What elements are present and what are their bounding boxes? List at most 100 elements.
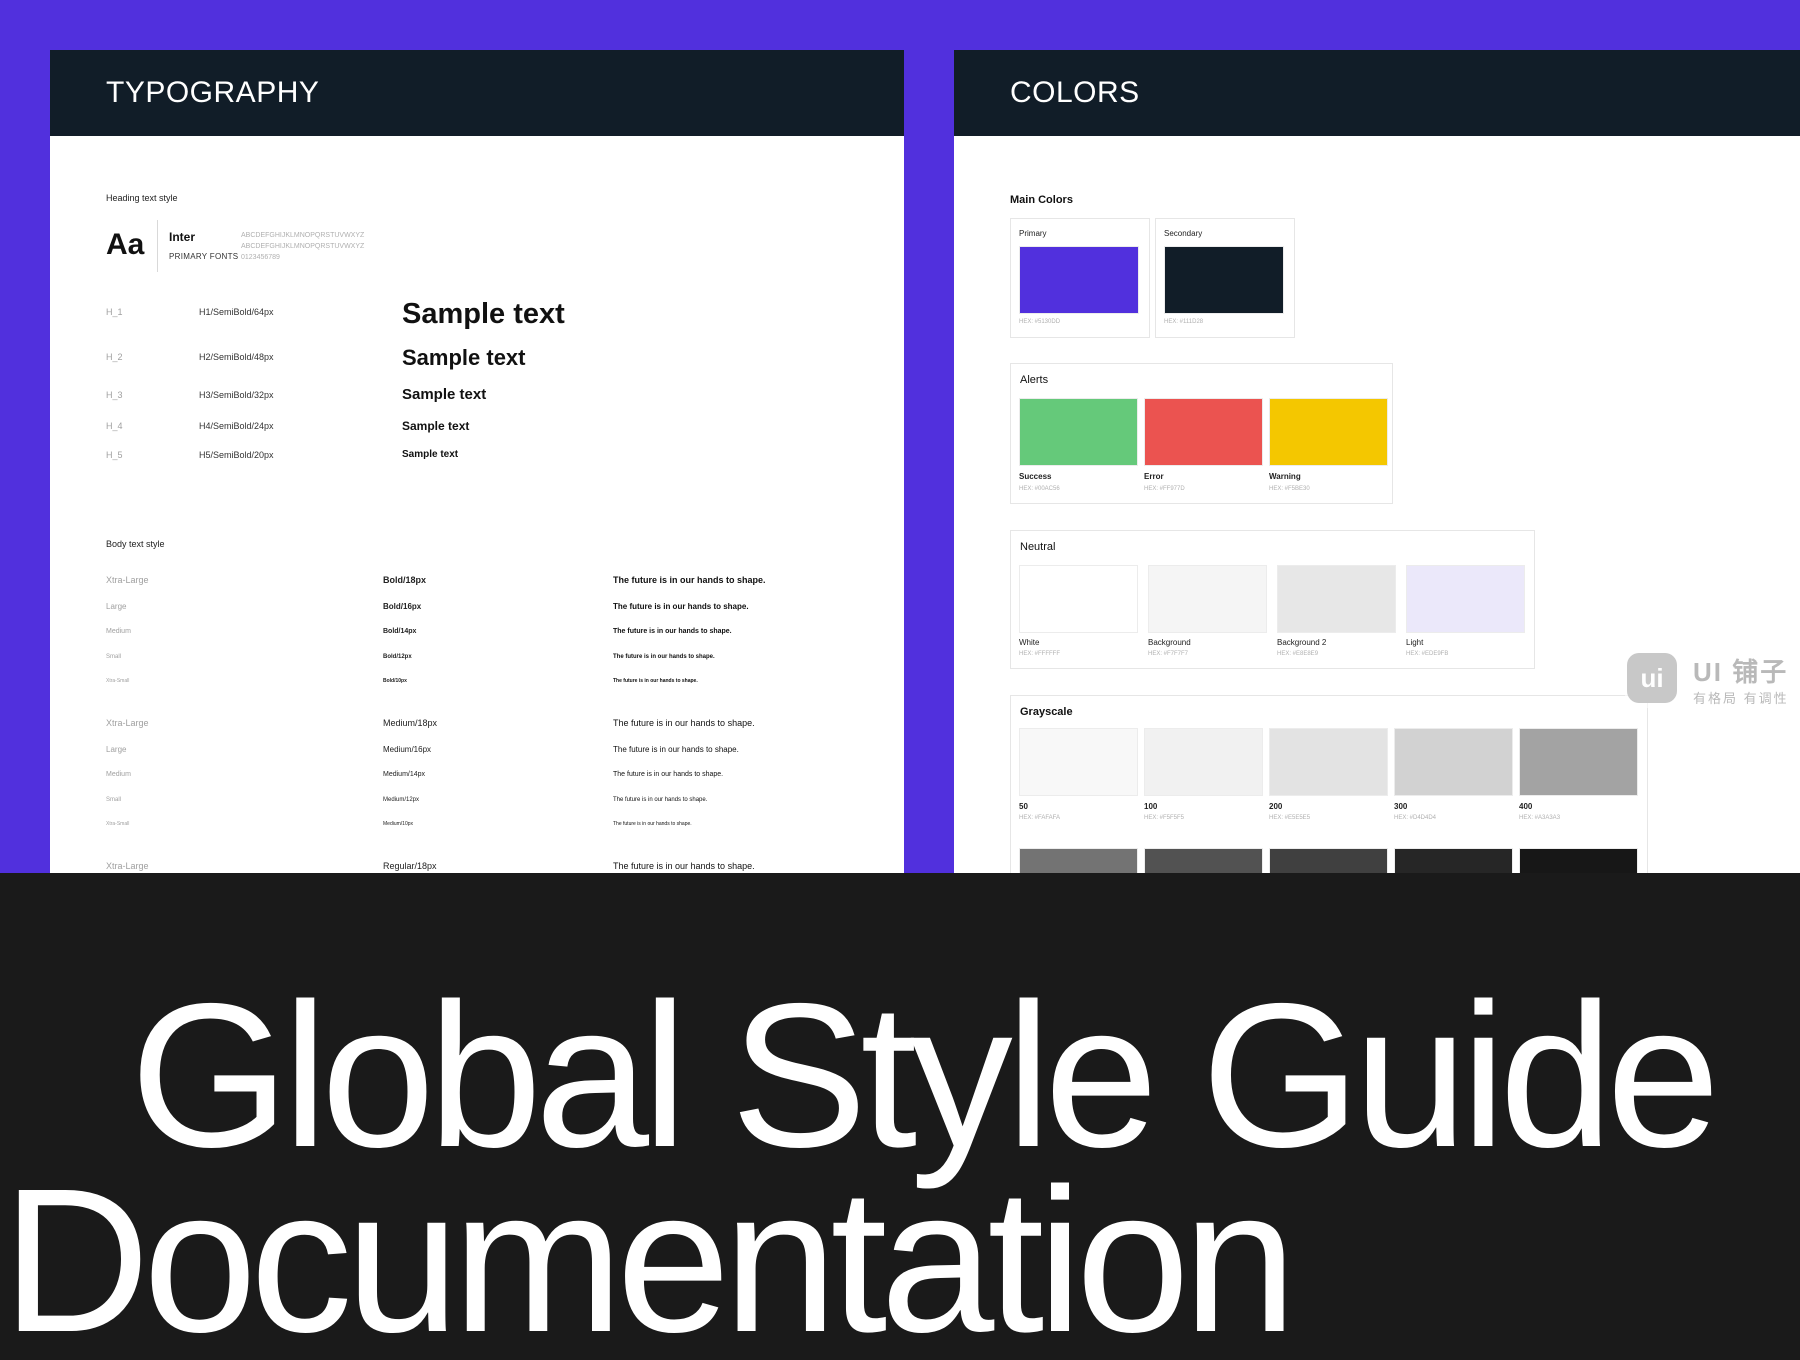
color-swatch [1144,848,1263,873]
swatch-hex: HEX: #E5E5E5 [1269,815,1311,821]
body-sample: The future is in our hands to shape. [613,575,766,585]
color-swatch [1164,246,1284,314]
swatch-name: White [1019,638,1040,647]
font-digits: 0123456789 [241,254,280,261]
heading-spec: H5/SemiBold/20px [199,450,274,460]
color-swatch [1144,728,1263,796]
body-size: Xtra-Small [106,821,130,827]
swatch-name: 100 [1144,802,1158,811]
font-alphabet-lower: ABCDEFGHIJKLMNOPQRSTUVWXYZ [241,243,365,250]
heading-sample: Sample text [402,345,526,370]
body-sample: The future is in our hands to shape. [613,628,732,635]
color-swatch [1519,848,1638,873]
color-swatch [1019,398,1138,466]
heading-spec: H3/SemiBold/32px [199,390,274,400]
swatch-name: Light [1406,638,1424,647]
color-swatch [1269,848,1388,873]
heading-section-label: Heading text style [106,193,178,203]
body-size: Medium [106,771,131,778]
swatch-name: 300 [1394,802,1408,811]
swatch-hex: HEX: #E8E8E9 [1277,651,1319,657]
color-swatch [1144,398,1263,466]
body-sample: The future is in our hands to shape. [613,718,755,728]
swatch-name: 50 [1019,802,1028,811]
swatch-name: Success [1019,472,1052,481]
body-size: Medium [106,628,131,635]
font-alphabet-upper: ABCDEFGHIJKLMNOPQRSTUVWXYZ [241,232,365,239]
body-sample: The future is in our hands to shape. [613,861,755,871]
heading-token: H_5 [106,450,123,460]
swatch-hex: HEX: #FF977D [1144,486,1185,492]
typography-panel: TYPOGRAPHY Heading text style Aa Inter P… [50,50,904,873]
body-size: Xtra-Large [106,718,149,728]
heading-token: H_4 [106,421,123,431]
color-swatch [1406,565,1525,633]
font-divider [157,220,158,272]
swatch-name: 200 [1269,802,1283,811]
hero-title-line-2: Documentation [2,1146,1297,1360]
body-sample: The future is in our hands to shape. [613,678,698,684]
body-sample: The future is in our hands to shape. [613,602,749,611]
heading-spec: H4/SemiBold/24px [199,421,274,431]
neutral-title: Neutral [1020,541,1056,553]
body-spec: Bold/10px [383,678,407,684]
alerts-card: Alerts Success HEX: #00AC56 Error HEX: #… [1010,363,1393,504]
heading-token: H_2 [106,352,123,362]
heading-token: H_1 [106,307,123,317]
body-size: Xtra-Large [106,861,149,871]
body-size: Small [106,797,122,803]
heading-token: H_3 [106,390,123,400]
body-spec: Bold/14px [383,628,417,635]
swatch-hex: HEX: #111D28 [1164,319,1204,325]
heading-spec: H2/SemiBold/48px [199,352,274,362]
swatch-name: Background [1148,638,1191,647]
neutral-card: Neutral White HEX: #FFFFFF Background HE… [1010,530,1535,669]
heading-sample: Sample text [402,419,470,433]
font-sample: Aa [106,228,145,261]
body-size: Xtra-Small [106,678,130,684]
color-swatch [1269,728,1388,796]
swatch-hex: HEX: #D4D4D4 [1394,815,1437,821]
color-swatch [1519,728,1638,796]
colors-header: COLORS [954,50,1800,136]
grayscale-title: Grayscale [1020,706,1073,718]
swatch-hex: HEX: #A3A3A3 [1519,815,1561,821]
heading-spec: H1/SemiBold/64px [199,307,274,317]
swatch-hex: HEX: #FFFFFF [1019,651,1060,657]
hero-banner: Global Style Guide Documentation [0,873,1800,1360]
main-colors-title: Main Colors [1010,194,1073,206]
heading-sample: Sample text [402,386,487,403]
body-spec: Medium/16px [383,745,432,754]
color-card-secondary: Secondary HEX: #111D28 [1155,218,1295,338]
color-swatch [1277,565,1396,633]
heading-sample: Sample text [402,298,565,330]
swatch-name: Error [1144,472,1164,481]
body-size: Large [106,745,127,754]
swatch-hex: HEX: #00AC56 [1019,486,1060,492]
watermark-subtitle: 有格局 有调性 [1693,691,1789,706]
swatch-name: 400 [1519,802,1533,811]
body-size: Small [106,654,122,660]
watermark-logo-icon: ui [1627,653,1677,703]
swatch-hex: HEX: #EDE9FB [1406,651,1449,657]
color-swatch [1019,728,1138,796]
body-sample: The future is in our hands to shape. [613,745,739,754]
swatch-name: Secondary [1164,229,1203,238]
color-swatch [1019,848,1138,873]
body-section-label: Body text style [106,539,165,549]
font-name: Inter [169,230,196,244]
swatch-hex: HEX: #F7F7F7 [1148,651,1189,657]
body-sample: The future is in our hands to shape. [613,797,708,803]
swatch-hex: HEX: #F5BE30 [1269,486,1310,492]
font-alphabet: ABCDEFGHIJKLMNOPQRSTUVWXYZ ABCDEFGHIJKLM… [241,230,364,263]
alerts-title: Alerts [1020,374,1049,386]
heading-sample: Sample text [402,449,459,460]
swatch-name: Primary [1019,229,1047,238]
color-card-primary: Primary HEX: #5130DD [1010,218,1150,338]
grayscale-card: Grayscale 50 HEX: #FAFAFA 100 HEX: #F5F5… [1010,695,1648,873]
body-spec: Medium/14px [383,771,426,778]
swatch-name: Background 2 [1277,638,1327,647]
body-spec: Bold/18px [383,575,427,585]
watermark-title: UI 铺子 [1693,657,1789,687]
body-spec: Medium/18px [383,718,438,728]
